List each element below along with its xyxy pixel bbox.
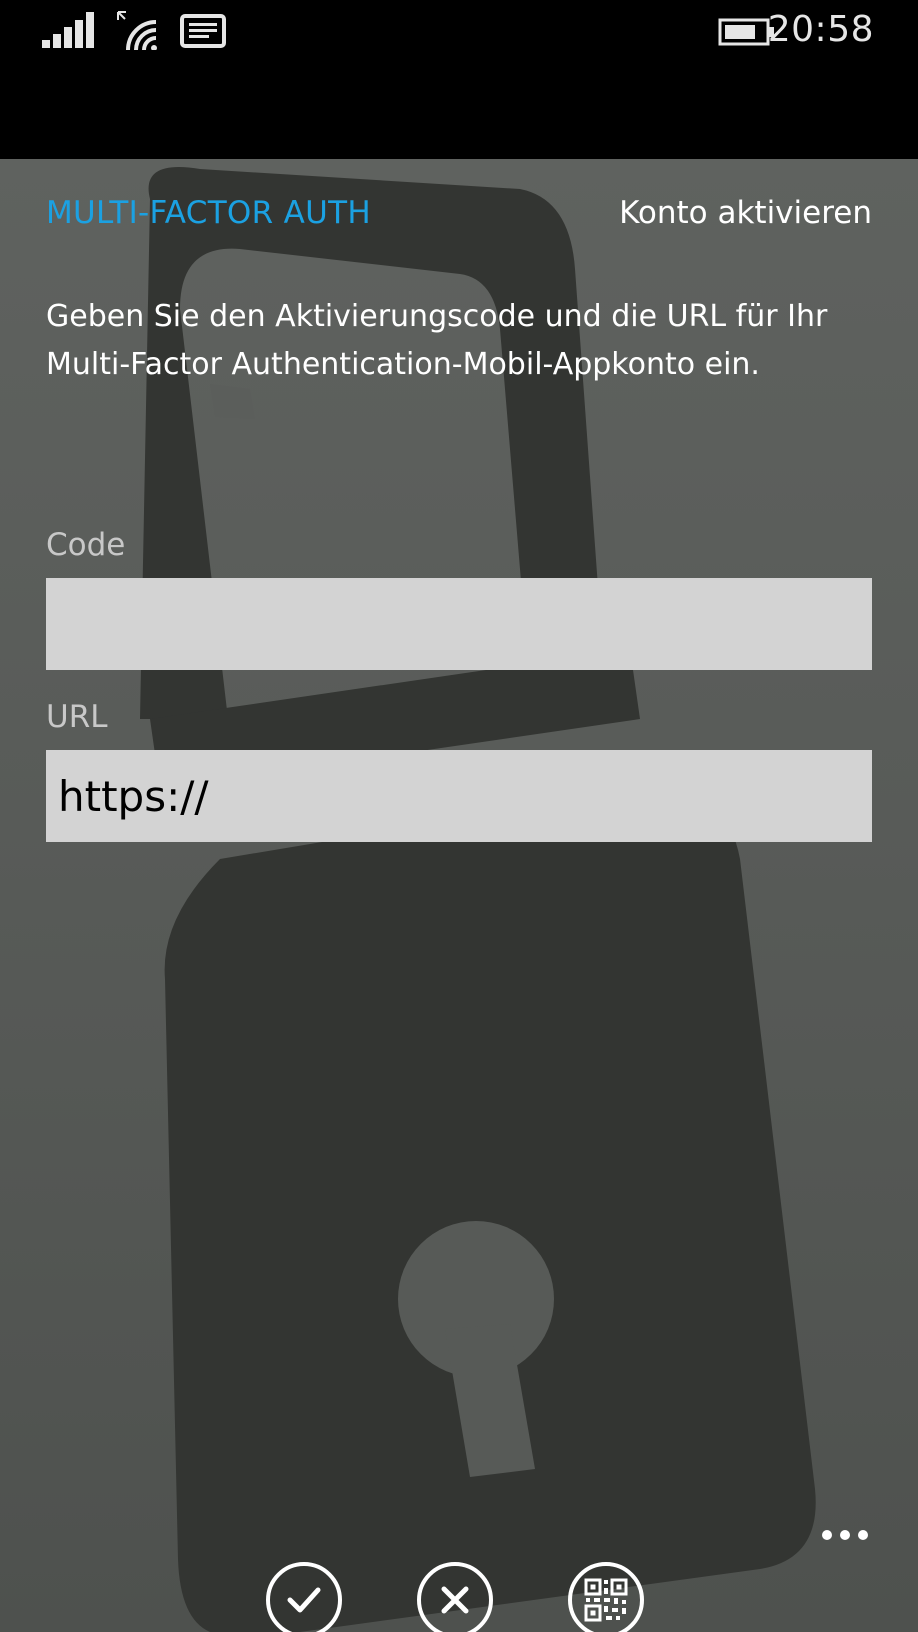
qr-code-icon: [584, 1578, 628, 1622]
url-input[interactable]: [46, 750, 872, 842]
message-icon: [180, 14, 226, 48]
more-icon[interactable]: [822, 1520, 878, 1550]
signal-strength-icon: [42, 12, 94, 48]
status-bar: 20:58: [0, 0, 918, 159]
clock: 20:58: [767, 9, 874, 50]
scan-qr-button[interactable]: [568, 1562, 644, 1632]
app-page: MULTI-FACTOR AUTH Konto aktivieren Geben…: [0, 159, 918, 1632]
wifi-icon: [117, 11, 157, 50]
app-bar: [0, 1500, 918, 1632]
code-input[interactable]: [46, 578, 872, 670]
check-icon: [287, 1587, 321, 1613]
confirm-button[interactable]: [266, 1562, 342, 1632]
page-title: Konto aktivieren: [619, 195, 872, 231]
cancel-button[interactable]: [417, 1562, 493, 1632]
close-icon: [441, 1586, 469, 1614]
app-title: MULTI-FACTOR AUTH: [46, 195, 371, 231]
instructions-text: Geben Sie den Aktivierungscode und die U…: [46, 299, 828, 382]
code-label: Code: [46, 527, 126, 563]
url-label: URL: [46, 699, 108, 735]
